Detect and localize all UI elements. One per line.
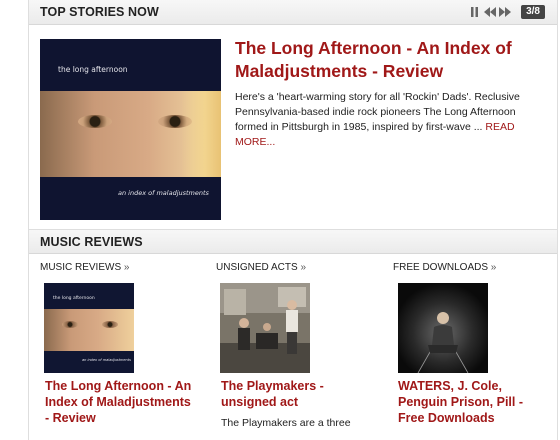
unsigned-act-thumbnail[interactable]	[220, 283, 310, 373]
free-download-title[interactable]: WATERS, J. Cole, Penguin Prison, Pill - …	[398, 378, 548, 426]
album-cover-title: the long afternoon	[58, 65, 128, 74]
slide-counter: 3/8	[521, 5, 545, 19]
featured-story-body: Here's a 'heart-warming story for all 'R…	[235, 91, 520, 133]
free-downloads-label: FREE DOWNLOADS	[393, 262, 489, 273]
free-download-thumbnail[interactable]	[398, 283, 488, 373]
featured-story: the long afternoon an index of maladjust…	[29, 25, 557, 230]
thumb-eye-left	[62, 321, 78, 328]
unsigned-acts-label: UNSIGNED ACTS	[216, 262, 298, 273]
slideshow-controls: 3/8	[468, 5, 545, 19]
music-review-thumbnail[interactable]: the long afternoon an index of maladjust…	[44, 283, 134, 373]
featured-album-cover[interactable]: the long afternoon an index of maladjust…	[40, 39, 221, 220]
album-cover-hair	[181, 91, 221, 177]
album-cover-subtitle: an index of maladjustments	[118, 189, 209, 197]
music-reviews-header: MUSIC REVIEWS	[29, 230, 557, 254]
music-reviews-label: MUSIC REVIEWS	[40, 262, 122, 273]
double-chevron-icon: »	[123, 262, 130, 273]
thumb-face-photo	[44, 309, 134, 351]
top-stories-panel: TOP STORIES NOW 3/8 the long afternoon a…	[28, 0, 558, 231]
thumb-album-subtitle: an index of maladjustments	[82, 358, 131, 362]
featured-story-excerpt: Here's a 'heart-warming story for all 'R…	[235, 90, 545, 150]
unsigned-acts-link[interactable]: UNSIGNED ACTS »	[216, 262, 306, 273]
next-icon[interactable]	[498, 6, 511, 19]
artist-photo	[398, 283, 488, 373]
prev-icon[interactable]	[483, 6, 496, 19]
music-review-title[interactable]: The Long Afternoon - An Index of Maladju…	[45, 378, 195, 426]
music-reviews-heading: MUSIC REVIEWS	[40, 235, 143, 249]
featured-story-title[interactable]: The Long Afternoon - An Index of Maladju…	[235, 37, 545, 83]
album-cover-eye-left	[78, 115, 112, 128]
top-stories-heading: TOP STORIES NOW	[40, 5, 159, 19]
unsigned-act-excerpt: The Playmakers are a three	[221, 417, 351, 429]
pause-icon[interactable]	[468, 6, 481, 19]
top-stories-header: TOP STORIES NOW 3/8	[29, 0, 557, 25]
unsigned-act-title[interactable]: The Playmakers - unsigned act	[221, 378, 371, 410]
double-chevron-icon: »	[300, 262, 307, 273]
thumb-album-title: the long afternoon	[53, 296, 95, 301]
double-chevron-icon: »	[490, 262, 497, 273]
band-photo	[220, 283, 310, 373]
music-reviews-link[interactable]: MUSIC REVIEWS »	[40, 262, 129, 273]
free-downloads-link[interactable]: FREE DOWNLOADS »	[393, 262, 496, 273]
thumb-eye-right	[102, 321, 118, 328]
